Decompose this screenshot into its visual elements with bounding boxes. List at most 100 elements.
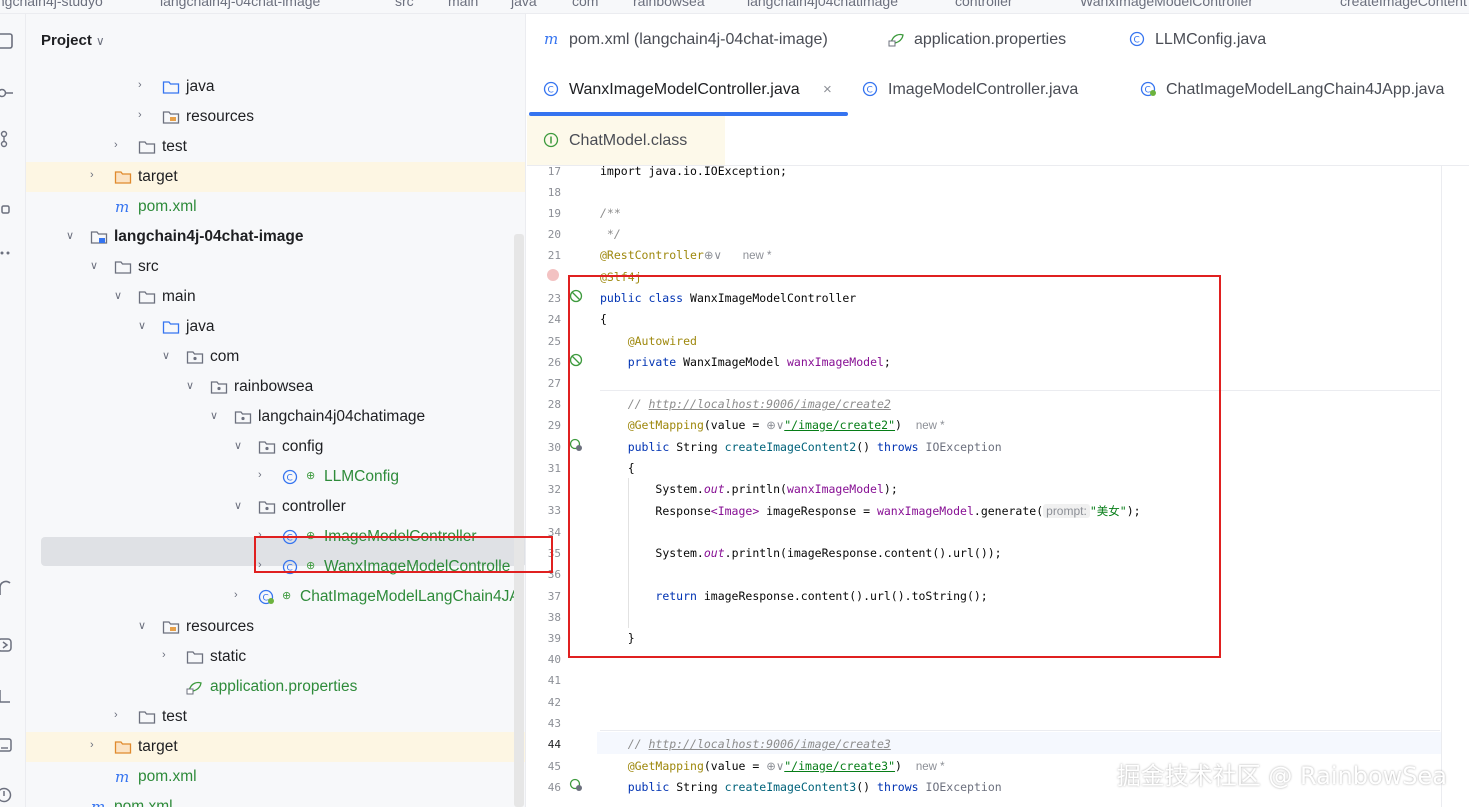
svg-text:C: C (867, 86, 873, 96)
editor-tab[interactable]: C LLMConfig.java (1129, 14, 1449, 64)
svg-text:C: C (1145, 86, 1151, 96)
breadcrumb: langchain4j-studyo langchain4j-04chat-im… (0, 0, 1469, 14)
tool-window-strip (0, 14, 26, 807)
chevron-down-icon[interactable]: ∨ (186, 379, 198, 393)
class-icon: C (862, 81, 880, 99)
chevron-right-icon[interactable]: › (90, 169, 102, 183)
tree-item[interactable]: ∨ langchain4j04chatimage (26, 402, 525, 432)
chevron-down-icon[interactable]: ∨ (210, 409, 222, 423)
editor-tab[interactable]: C ChatImageModelLangChain4JApp.java (1140, 64, 1460, 114)
chevron-down-icon[interactable]: ∨ (96, 34, 105, 48)
tab-label: LLMConfig.java (1155, 31, 1267, 48)
code-link[interactable]: http://localhost:9006/image/create3 (648, 737, 890, 751)
breadcrumb-item[interactable]: controller (955, 0, 1013, 9)
chevron-down-icon[interactable]: ∨ (138, 619, 150, 633)
tree-item[interactable]: › static (26, 642, 525, 672)
close-icon[interactable]: × (823, 81, 832, 98)
tree-item-label: pom.xml (138, 198, 197, 215)
chevron-down-icon[interactable]: ∨ (162, 349, 174, 363)
more-tools-icon[interactable] (0, 244, 14, 262)
tree-item[interactable]: › target (26, 162, 525, 192)
tree-item[interactable]: m pom.xml (26, 192, 525, 222)
tree-item[interactable]: m pom.xml (26, 792, 525, 807)
svg-text:C: C (1134, 36, 1140, 46)
tree-item[interactable]: ∨ main (26, 282, 525, 312)
breadcrumb-item[interactable]: src (395, 0, 414, 9)
request-mapping-icon[interactable] (569, 778, 583, 792)
structure-icon[interactable] (0, 200, 14, 218)
chevron-down-icon[interactable]: ∨ (234, 499, 246, 513)
chevron-down-icon[interactable]: ∨ (234, 439, 246, 453)
tree-item[interactable]: › target (26, 732, 525, 762)
line-number: 20 (547, 228, 561, 241)
tree-item[interactable]: ∨ controller (26, 492, 525, 522)
project-panel-header[interactable]: Project ∨ (41, 32, 105, 49)
tree-item[interactable]: m pom.xml (26, 762, 525, 792)
chevron-right-icon[interactable]: › (114, 709, 126, 723)
commit-icon[interactable] (0, 84, 14, 102)
breadcrumb-item[interactable]: com (572, 0, 598, 9)
chevron-right-icon[interactable]: › (258, 469, 270, 483)
editor-tab[interactable]: m pom.xml (langchain4j-04chat-image) (543, 14, 863, 64)
tree-item[interactable]: ∨ resources (26, 612, 525, 642)
maven-icon: m (90, 798, 108, 807)
tree-scrollbar[interactable] (514, 234, 524, 807)
breadcrumb-item[interactable]: createImageContent (1340, 0, 1467, 9)
editor-tab[interactable]: C WanxImageModelController.java × (543, 64, 863, 114)
run-icon[interactable] (0, 636, 14, 654)
tree-item[interactable]: › C ⊕ LLMConfig (26, 462, 525, 492)
chevron-down-icon[interactable]: ∨ (138, 319, 150, 333)
editor-tab-bar: m pom.xml (langchain4j-04chat-image) appli… (527, 14, 1469, 166)
breadcrumb-item[interactable]: WanxImageModelController (1080, 0, 1253, 9)
tree-item-label: config (282, 438, 324, 455)
method-separator (600, 730, 1440, 731)
problems-icon[interactable] (0, 736, 14, 754)
breadcrumb-item[interactable]: langchain4j-studyo (0, 0, 103, 9)
line-number: 45 (547, 760, 561, 773)
tree-item[interactable]: › resources (26, 102, 525, 132)
tree-item-label: resources (186, 618, 255, 635)
project-view-icon[interactable] (0, 32, 14, 50)
tree-item-label: java (186, 78, 215, 95)
chevron-down-icon[interactable]: ∨ (90, 259, 102, 273)
tree-item[interactable]: ∨ langchain4j-04chat-image (26, 222, 525, 252)
services-icon[interactable] (0, 579, 14, 597)
tree-item[interactable]: › C ⊕ ChatImageModelLangChain4JA (26, 582, 525, 612)
code-line: @GetMapping(value = ⊕∨"/image/create3") … (627, 759, 945, 773)
chevron-right-icon[interactable]: › (90, 739, 102, 753)
chevron-down-icon[interactable]: ∨ (114, 289, 126, 303)
breadcrumb-item[interactable]: java (511, 0, 537, 9)
editor-tab[interactable]: C ImageModelController.java (862, 64, 1182, 114)
breadcrumb-item[interactable]: main (448, 0, 478, 9)
tree-item[interactable]: › test (26, 702, 525, 732)
tree-item[interactable]: › java (26, 72, 525, 102)
chevron-right-icon[interactable]: › (162, 649, 174, 663)
pull-requests-icon[interactable] (0, 130, 14, 148)
chevron-right-icon[interactable]: › (138, 79, 150, 93)
chevron-right-icon[interactable]: › (138, 109, 150, 123)
chevron-right-icon[interactable]: › (114, 139, 126, 153)
code-line: import java.io.IOException; (600, 164, 787, 178)
tree-item[interactable]: › test (26, 132, 525, 162)
tree-item[interactable]: application.properties (26, 672, 525, 702)
tree-item[interactable]: ∨ src (26, 252, 525, 282)
terminal-icon[interactable] (0, 687, 14, 705)
tree-item[interactable]: ∨ rainbowsea (26, 372, 525, 402)
class-icon: C (282, 469, 300, 485)
svg-text:m: m (115, 199, 129, 215)
editor-tab[interactable]: ChatModel.class (527, 115, 725, 165)
tree-item[interactable]: ∨ config (26, 432, 525, 462)
breakpoint-icon[interactable] (547, 269, 559, 281)
maven-icon: m (114, 198, 132, 216)
folder-resources-icon (162, 109, 180, 125)
chevron-right-icon[interactable]: › (234, 589, 246, 603)
breadcrumb-item[interactable]: langchain4j-04chat-image (160, 0, 320, 9)
tree-item[interactable]: ∨ java (26, 312, 525, 342)
breadcrumb-item[interactable]: langchain4j04chatimage (747, 0, 898, 9)
tree-item[interactable]: ∨ com (26, 342, 525, 372)
package-icon (186, 349, 204, 365)
version-control-icon[interactable] (0, 786, 14, 804)
breadcrumb-item[interactable]: rainbowsea (633, 0, 705, 9)
line-number: 19 (547, 207, 561, 220)
chevron-down-icon[interactable]: ∨ (66, 229, 78, 243)
